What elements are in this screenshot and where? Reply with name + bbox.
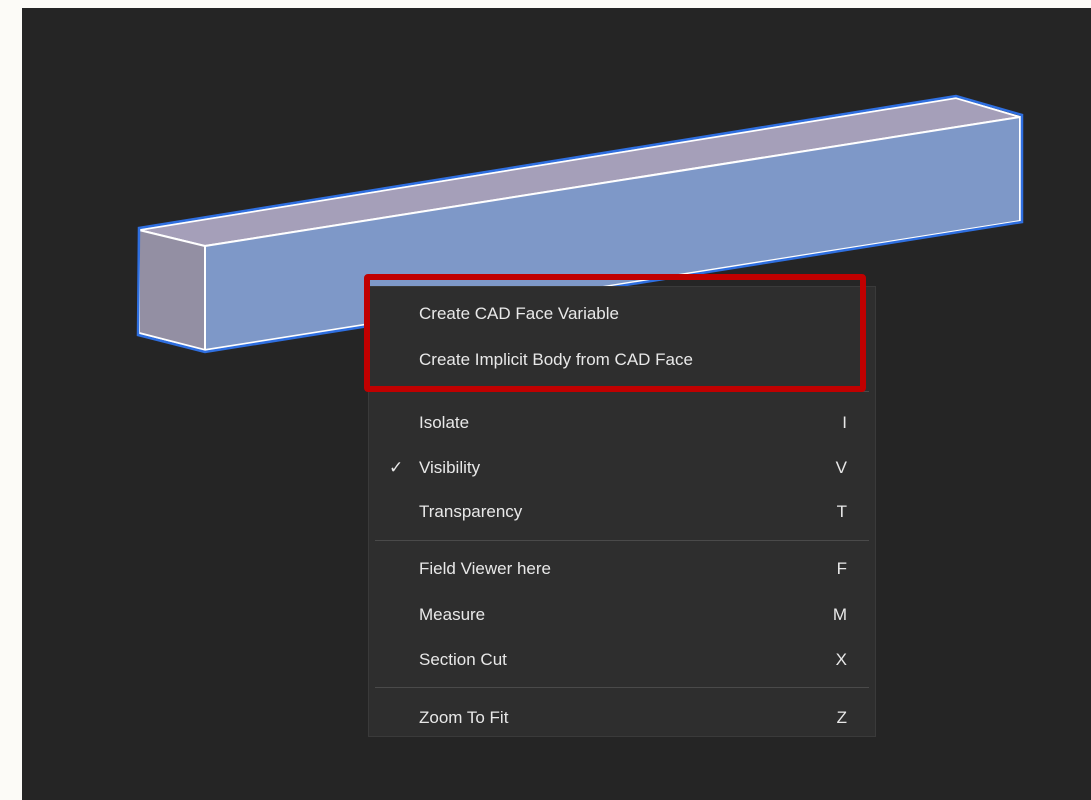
menu-item-label: Create CAD Face Variable (419, 304, 619, 323)
beam-end-face[interactable] (138, 228, 206, 352)
menu-item-label: Transparency (419, 502, 523, 521)
menu-item-measure[interactable]: Measure M (369, 596, 875, 636)
checkmark-icon: ✓ (389, 458, 404, 477)
menu-separator (375, 687, 869, 688)
menu-item-visibility[interactable]: ✓ Visibility V (369, 449, 875, 489)
menu-item-field-viewer[interactable]: Field Viewer here F (369, 550, 875, 590)
menu-item-zoom-to-fit[interactable]: Zoom To Fit Z (369, 699, 875, 739)
menu-item-isolate[interactable]: Isolate I (369, 404, 875, 444)
menu-item-label: Visibility (419, 458, 481, 477)
menu-item-label: Measure (419, 605, 486, 624)
menu-item-create-cad-face-variable[interactable]: Create CAD Face Variable (369, 295, 875, 335)
menu-item-shortcut: T (836, 502, 847, 521)
menu-item-section-cut[interactable]: Section Cut X (369, 641, 875, 681)
menu-separator (375, 540, 869, 541)
menu-item-shortcut: F (836, 559, 847, 578)
menu-item-shortcut: Z (836, 708, 847, 727)
menu-item-shortcut: V (835, 458, 847, 477)
menu-item-label: Section Cut (419, 650, 507, 669)
3d-viewport[interactable]: Create CAD Face Variable Create Implicit… (22, 8, 1091, 800)
menu-item-transparency[interactable]: Transparency T (369, 493, 875, 533)
menu-item-shortcut: M (832, 605, 847, 624)
menu-item-label: Field Viewer here (419, 559, 551, 578)
menu-item-shortcut: I (842, 413, 847, 432)
menu-item-label: Zoom To Fit (419, 708, 509, 727)
menu-item-label: Isolate (419, 413, 470, 432)
menu-separator (375, 391, 869, 392)
menu-item-create-implicit-body[interactable]: Create Implicit Body from CAD Face (369, 341, 875, 381)
menu-item-shortcut: X (835, 650, 847, 669)
menu-item-label: Create Implicit Body from CAD Face (419, 350, 693, 369)
context-menu: Create CAD Face Variable Create Implicit… (368, 286, 876, 737)
